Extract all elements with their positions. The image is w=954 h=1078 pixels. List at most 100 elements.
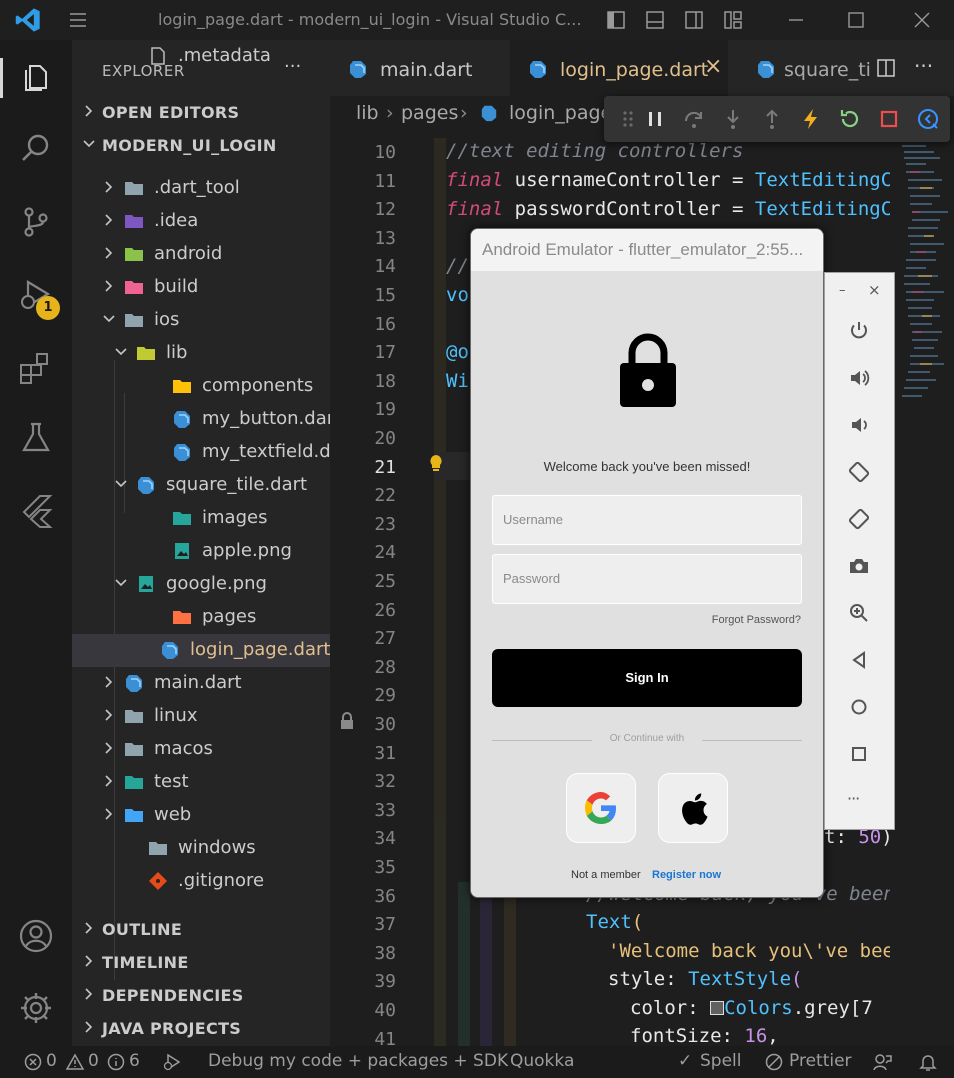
explorer-item-pages[interactable]: pages xyxy=(72,601,330,634)
notifications-bell-icon[interactable] xyxy=(918,1052,938,1072)
color-swatch[interactable] xyxy=(710,1001,725,1015)
explorer-item-android[interactable]: android xyxy=(72,238,330,271)
more-actions-icon[interactable]: ··· xyxy=(914,54,933,78)
breadcrumb-file[interactable]: login_page xyxy=(509,102,612,124)
toggle-sidebar-icon[interactable] xyxy=(606,10,626,30)
breadcrumb-pages[interactable]: pages xyxy=(401,102,458,124)
debug-config-icon[interactable] xyxy=(162,1052,182,1072)
explorer-item-linux[interactable]: linux xyxy=(72,700,330,733)
explorer-item-components[interactable]: components xyxy=(72,370,330,403)
hot-reload-icon[interactable] xyxy=(799,107,823,131)
spell-label[interactable]: Spell xyxy=(700,1051,742,1071)
error-icon[interactable] xyxy=(24,1053,42,1071)
explorer-item-build[interactable]: build xyxy=(72,271,330,304)
step-over-icon[interactable] xyxy=(682,107,706,131)
drag-handle-icon[interactable] xyxy=(616,107,640,131)
explorer-item-ios[interactable]: ios xyxy=(72,304,330,337)
explorer-item-gitignore[interactable]: .gitignore xyxy=(72,865,330,898)
tab-main-dart[interactable]: main.dart xyxy=(330,40,508,96)
google-sign-in-tile[interactable] xyxy=(566,773,636,843)
more-options-icon[interactable]: ··· xyxy=(847,789,860,808)
explorer-item-test[interactable]: test xyxy=(72,766,330,799)
error-count[interactable]: 0 xyxy=(46,1051,57,1071)
explorer-item-idea[interactable]: .idea xyxy=(72,205,330,238)
close-window-icon[interactable] xyxy=(912,10,932,30)
stop-icon[interactable] xyxy=(877,107,901,131)
explorer-item-my-button-dart[interactable]: my_button.dart xyxy=(72,403,341,436)
warning-icon[interactable] xyxy=(66,1053,84,1071)
account-icon[interactable] xyxy=(18,918,54,954)
files-icon[interactable] xyxy=(18,60,54,96)
explorer-item-web[interactable]: web xyxy=(72,799,330,832)
explorer-item-google-png[interactable]: google.png xyxy=(72,568,330,601)
open-editors-section[interactable]: OPEN EDITORS xyxy=(72,96,330,129)
section-java-projects[interactable]: JAVA PROJECTS xyxy=(72,1012,330,1045)
explorer-item-macos[interactable]: macos xyxy=(72,733,330,766)
extensions-icon[interactable] xyxy=(18,350,54,386)
explorer-item-windows[interactable]: windows xyxy=(72,832,330,865)
project-root-folder[interactable]: MODERN_UI_LOGIN xyxy=(72,129,330,162)
flutter-icon[interactable] xyxy=(18,492,54,528)
explorer-item-lib[interactable]: lib xyxy=(72,337,330,370)
prettier-disabled-icon[interactable] xyxy=(765,1053,783,1071)
breadcrumb-lib[interactable]: lib xyxy=(356,102,379,124)
volume-up-icon[interactable] xyxy=(847,366,871,390)
debug-config-label[interactable]: Debug my code + packages + SDK xyxy=(208,1051,508,1071)
minimap[interactable] xyxy=(890,132,954,1046)
devtools-icon[interactable] xyxy=(916,107,940,131)
explorer-item-apple-png[interactable]: apple.png xyxy=(72,535,330,568)
rotate-left-icon[interactable] xyxy=(847,460,871,484)
feedback-icon[interactable] xyxy=(872,1052,892,1072)
vscode-logo-icon[interactable] xyxy=(14,6,42,34)
volume-down-icon[interactable] xyxy=(847,413,871,437)
tab-square-tile-dart[interactable]: square_til xyxy=(734,40,870,96)
prettier-label[interactable]: Prettier xyxy=(789,1051,852,1071)
rotate-right-icon[interactable] xyxy=(847,507,871,531)
explorer-item-main-dart[interactable]: main.dart xyxy=(72,667,330,700)
search-icon[interactable] xyxy=(18,130,54,166)
section-outline[interactable]: OUTLINE xyxy=(72,913,330,946)
toggle-panel-icon[interactable] xyxy=(645,10,665,30)
explorer-item-square-tile-dart[interactable]: square_tile.dart xyxy=(72,469,330,502)
explorer-item-login-page-dart[interactable]: login_page.dart xyxy=(72,634,330,667)
section-dependencies[interactable]: DEPENDENCIES xyxy=(72,979,330,1012)
close-tab-icon[interactable]: × xyxy=(704,54,722,79)
panel-close-icon[interactable]: × xyxy=(868,281,881,299)
info-icon[interactable] xyxy=(107,1053,125,1071)
emulator-title-bar[interactable]: Android Emulator - flutter_emulator_2:55… xyxy=(471,229,823,271)
lightbulb-icon[interactable] xyxy=(429,454,443,472)
explorer-item-images[interactable]: images xyxy=(72,502,330,535)
explorer-item-my-textfield-dart[interactable]: my_textfield.dart xyxy=(72,436,356,469)
customize-layout-icon[interactable] xyxy=(723,10,743,30)
forgot-password-link[interactable]: Forgot Password? xyxy=(712,614,801,626)
zoom-icon[interactable] xyxy=(847,601,871,625)
explorer-item-metadata[interactable]: .metadata xyxy=(72,40,330,73)
step-into-icon[interactable] xyxy=(721,107,745,131)
sign-in-button[interactable]: Sign In xyxy=(492,649,802,707)
username-field[interactable]: Username xyxy=(492,495,802,545)
menu-icon[interactable] xyxy=(68,10,88,30)
toggle-secondary-sidebar-icon[interactable] xyxy=(684,10,704,30)
step-out-icon[interactable] xyxy=(760,107,784,131)
info-count[interactable]: 6 xyxy=(129,1051,140,1071)
password-field[interactable]: Password xyxy=(492,554,802,604)
power-icon[interactable] xyxy=(847,319,871,343)
home-icon[interactable] xyxy=(847,695,871,719)
restart-icon[interactable] xyxy=(838,107,862,131)
tab-login-page-dart[interactable]: login_page.dart × xyxy=(510,40,728,96)
section-timeline[interactable]: TIMELINE xyxy=(72,946,330,979)
spell-check-icon[interactable]: ✓ xyxy=(678,1051,692,1071)
testing-icon[interactable] xyxy=(18,420,54,456)
warning-count[interactable]: 0 xyxy=(88,1051,99,1071)
register-now-link[interactable]: Register now xyxy=(652,869,721,881)
source-control-icon[interactable] xyxy=(18,204,54,240)
back-icon[interactable] xyxy=(847,648,871,672)
split-editor-icon[interactable] xyxy=(876,58,896,78)
camera-icon[interactable] xyxy=(847,554,871,578)
pause-icon[interactable] xyxy=(643,107,667,131)
minimize-icon[interactable] xyxy=(786,10,806,30)
settings-gear-icon[interactable] xyxy=(18,990,54,1026)
maximize-icon[interactable] xyxy=(846,10,866,30)
explorer-item-dart-tool[interactable]: .dart_tool xyxy=(72,172,330,205)
overview-icon[interactable] xyxy=(847,742,871,766)
